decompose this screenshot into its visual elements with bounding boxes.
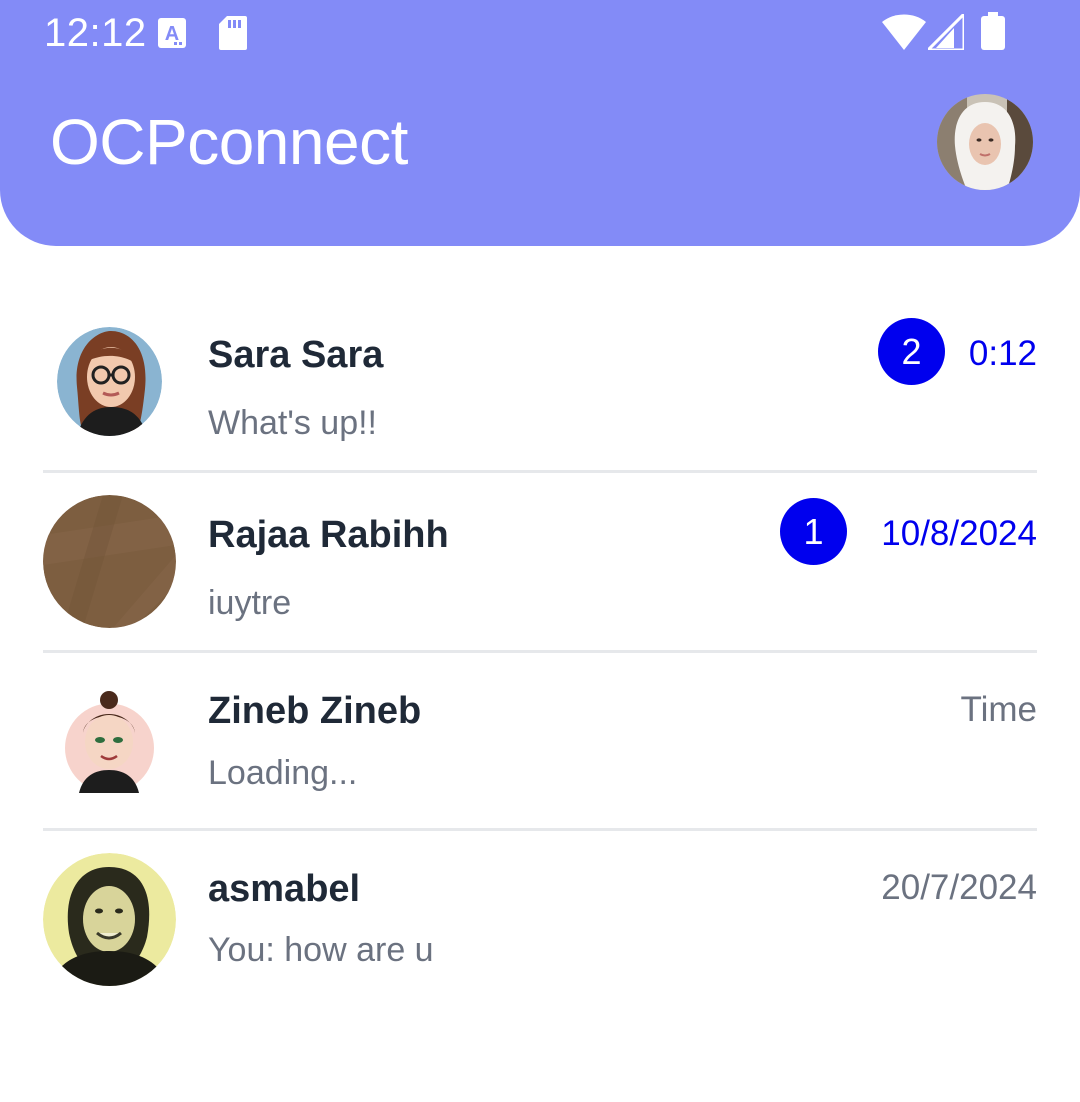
last-message: Loading...: [208, 754, 358, 792]
status-time: 12:12: [44, 11, 147, 55]
avatar: [43, 853, 176, 986]
contact-name: asmabel: [208, 868, 361, 910]
sd-card-icon: [219, 16, 247, 55]
contact-name: Sara Sara: [208, 334, 384, 376]
unread-badge: 1: [780, 498, 847, 565]
svg-text:A: A: [165, 23, 179, 45]
wifi-icon: [882, 14, 926, 55]
unread-badge: 2: [878, 318, 945, 385]
battery-icon: [981, 12, 1005, 55]
message-time: Time: [960, 690, 1037, 729]
contact-name: Rajaa Rabihh: [208, 514, 449, 556]
status-bar: 12:12 A: [0, 0, 1080, 66]
message-time: 20/7/2024: [881, 868, 1037, 907]
chat-row-asmabel[interactable]: asmabel You: how are u 20/7/2024: [0, 831, 1080, 1006]
signal-icon: [924, 10, 966, 55]
text-accessibility-icon: A: [158, 18, 186, 53]
contact-name: Zineb Zineb: [208, 690, 422, 732]
message-time: 0:12: [968, 334, 1037, 373]
avatar: [57, 327, 162, 436]
app-header: 12:12 A OCPconnect: [0, 0, 1080, 246]
chat-row-rajaa-rabihh[interactable]: Rajaa Rabihh iuytre 1 10/8/2024: [0, 473, 1080, 650]
app-title: OCPconnect: [50, 106, 408, 178]
chat-row-sara-sara[interactable]: Sara Sara What's up!! 2 0:12: [0, 290, 1080, 470]
avatar: [65, 690, 154, 793]
profile-avatar[interactable]: [937, 94, 1033, 190]
avatar: [43, 495, 176, 628]
last-message: iuytre: [208, 584, 292, 622]
last-message: What's up!!: [208, 404, 378, 442]
chat-row-zineb-zineb[interactable]: Zineb Zineb Loading... Time: [0, 653, 1080, 828]
last-message: You: how are u: [208, 931, 434, 969]
message-time: 10/8/2024: [881, 514, 1037, 553]
